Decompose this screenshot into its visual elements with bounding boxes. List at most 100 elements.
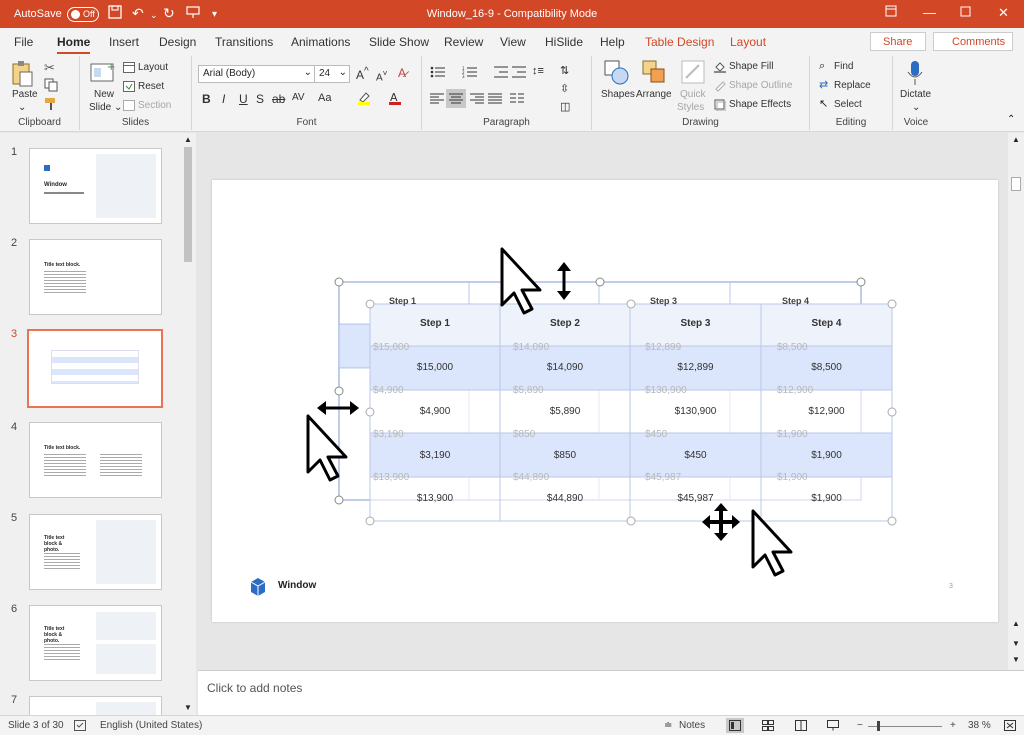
tab-table-design[interactable]: Table Design xyxy=(645,35,714,49)
character-spacing-icon[interactable]: AV xyxy=(292,92,305,103)
header-cell-step-3[interactable]: Step 3 xyxy=(630,318,761,329)
thumbnail-scrollbar[interactable]: ▲ ▼ xyxy=(182,133,194,715)
new-slide-icon[interactable]: + xyxy=(90,60,116,87)
table-cell[interactable]: $44,890 xyxy=(500,493,630,504)
scroll-down-icon[interactable]: ▼ xyxy=(1012,639,1020,648)
italic-icon[interactable]: I xyxy=(222,92,225,106)
slide-thumbnail[interactable]: Title text block. xyxy=(29,239,162,315)
header-cell-step-1[interactable]: Step 1 xyxy=(370,318,500,329)
tab-layout[interactable]: Layout xyxy=(730,35,766,49)
smartart-icon[interactable]: ◫ xyxy=(560,100,570,113)
table-cell[interactable]: $850 xyxy=(500,450,630,461)
notes-toggle-label[interactable]: Notes xyxy=(679,720,705,731)
tab-insert[interactable]: Insert xyxy=(109,35,139,49)
select-icon[interactable]: ↖ xyxy=(819,97,828,110)
tab-review[interactable]: Review xyxy=(444,35,483,49)
font-name-select[interactable]: Arial (Body) ⌄ xyxy=(198,65,316,83)
zoom-out-icon[interactable]: − xyxy=(857,720,863,731)
cut-icon[interactable]: ✂ xyxy=(44,60,55,76)
dictate-label[interactable]: Dictate xyxy=(900,89,931,100)
close-icon[interactable]: ✕ xyxy=(998,5,1009,21)
notes-pane[interactable]: Click to add notes xyxy=(198,670,1024,715)
replace-label[interactable]: Replace xyxy=(834,80,871,91)
fit-to-window-icon[interactable] xyxy=(1004,720,1016,734)
font-color-icon[interactable]: A xyxy=(388,91,402,108)
decrease-indent-icon[interactable] xyxy=(494,66,508,81)
normal-view-button[interactable] xyxy=(726,718,744,733)
underline-icon[interactable]: U xyxy=(239,92,248,106)
align-right-icon[interactable] xyxy=(470,93,484,108)
change-case-icon[interactable]: Aa xyxy=(318,92,331,104)
text-direction-icon[interactable]: ⇅ xyxy=(560,64,569,77)
slide-thumbnail[interactable]: Title text block & photo. xyxy=(29,605,162,681)
tab-hislide[interactable]: HiSlide xyxy=(545,35,583,49)
tab-home[interactable]: Home xyxy=(57,35,91,55)
scrollbar-thumb[interactable] xyxy=(1011,177,1021,191)
scroll-up-icon[interactable]: ▲ xyxy=(1012,135,1020,144)
comments-button[interactable]: Comments xyxy=(933,32,1013,51)
shape-outline-icon[interactable] xyxy=(714,80,726,95)
share-button[interactable]: Share xyxy=(870,32,926,51)
slide-thumbnail[interactable] xyxy=(29,696,162,716)
replace-icon[interactable]: ⇄ xyxy=(819,78,828,91)
shapes-icon[interactable] xyxy=(604,60,630,89)
shape-outline-label[interactable]: Shape Outline xyxy=(729,80,792,91)
notes-placeholder[interactable]: Click to add notes xyxy=(207,681,302,695)
scroll-up-icon[interactable]: ▲ xyxy=(184,135,192,144)
language[interactable]: English (United States) xyxy=(100,720,202,731)
shape-effects-icon[interactable] xyxy=(714,99,727,114)
slide-thumbnail[interactable]: Title text block & photo. xyxy=(29,514,162,590)
quick-styles-label-2[interactable]: Styles xyxy=(677,102,704,113)
layout-icon[interactable] xyxy=(123,62,135,76)
slide-canvas[interactable]: Step 1 Step 3 Step 4 $15,000 $14,090 $12… xyxy=(212,180,998,622)
quick-styles-label-1[interactable]: Quick xyxy=(680,89,706,100)
table-cell[interactable]: $1,900 xyxy=(761,493,892,504)
shape-fill-icon[interactable] xyxy=(714,61,726,76)
reset-icon[interactable] xyxy=(123,81,135,95)
header-cell-step-4[interactable]: Step 4 xyxy=(761,318,892,329)
microphone-icon[interactable] xyxy=(907,60,923,89)
clear-formatting-icon[interactable]: A̷ xyxy=(398,66,406,80)
section-icon[interactable] xyxy=(123,100,135,114)
arrange-label[interactable]: Arrange xyxy=(636,89,672,100)
maximize-icon[interactable] xyxy=(960,5,971,20)
table-cell[interactable]: $450 xyxy=(630,450,761,461)
align-left-icon[interactable] xyxy=(430,93,444,108)
table-cell[interactable]: $12,899 xyxy=(630,362,761,373)
grow-font-icon[interactable]: A^ xyxy=(356,66,369,82)
notes-toggle-icon[interactable]: ≐ xyxy=(664,720,672,731)
align-center-button[interactable] xyxy=(446,89,466,108)
line-spacing-icon[interactable]: ↕≡ xyxy=(532,65,544,77)
strikethrough-icon[interactable]: ab xyxy=(272,92,285,106)
table-cell[interactable]: $8,500 xyxy=(761,362,892,373)
slideshow-view-icon[interactable] xyxy=(827,720,839,734)
quick-styles-icon[interactable] xyxy=(681,60,707,89)
slide-thumbnail-selected[interactable] xyxy=(27,329,163,408)
shape-effects-label[interactable]: Shape Effects xyxy=(729,99,791,110)
collapse-ribbon-icon[interactable]: ⌃ xyxy=(1007,114,1015,125)
slide-thumbnail[interactable]: Title text block. xyxy=(29,422,162,498)
copy-icon[interactable] xyxy=(44,78,58,95)
columns-icon[interactable] xyxy=(510,93,524,108)
zoom-level[interactable]: 38 % xyxy=(968,720,991,731)
dictate-dropdown-icon[interactable]: ⌄ xyxy=(912,102,920,113)
table-cell[interactable]: $15,000 xyxy=(370,362,500,373)
shape-fill-label[interactable]: Shape Fill xyxy=(729,61,773,72)
table-cell[interactable]: $12,900 xyxy=(761,406,892,417)
find-icon[interactable]: ⌕ xyxy=(819,60,825,73)
find-label[interactable]: Find xyxy=(834,61,853,72)
new-slide-dropdown-icon[interactable]: ⌄ xyxy=(114,102,122,113)
shadow-icon[interactable]: S xyxy=(256,92,264,106)
table-cell[interactable]: $1,900 xyxy=(761,450,892,461)
scroll-down-icon[interactable]: ▼ xyxy=(184,703,192,712)
next-slide-icon[interactable]: ▼ xyxy=(1012,655,1020,664)
highlight-icon[interactable] xyxy=(357,91,371,108)
ribbon-display-icon[interactable] xyxy=(885,5,897,20)
numbering-icon[interactable]: 123 xyxy=(462,66,478,81)
layout-label[interactable]: Layout xyxy=(138,62,168,73)
format-painter-icon[interactable] xyxy=(44,97,58,114)
bold-icon[interactable]: B xyxy=(202,92,211,106)
table-cell[interactable]: $5,890 xyxy=(500,406,630,417)
reading-view-icon[interactable] xyxy=(795,720,807,734)
increase-indent-icon[interactable] xyxy=(512,66,526,81)
